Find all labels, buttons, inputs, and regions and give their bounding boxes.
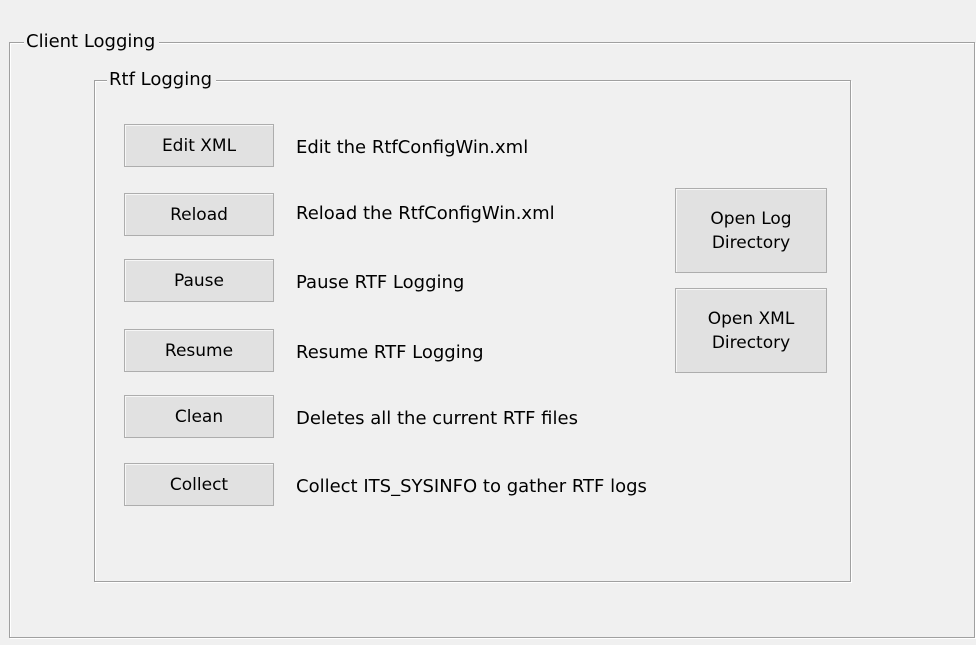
- pause-description: Pause RTF Logging: [296, 272, 465, 293]
- reload-button[interactable]: Reload: [124, 193, 274, 236]
- client-logging-title: Client Logging: [24, 31, 160, 53]
- reload-description: Reload the RtfConfigWin.xml: [296, 203, 555, 224]
- resume-description: Resume RTF Logging: [296, 342, 484, 363]
- rtf-logging-title: Rtf Logging: [107, 69, 217, 91]
- pause-button[interactable]: Pause: [124, 259, 274, 302]
- edit-xml-button[interactable]: Edit XML: [124, 124, 274, 167]
- clean-button[interactable]: Clean: [124, 395, 274, 438]
- edit-xml-description: Edit the RtfConfigWin.xml: [296, 137, 529, 158]
- open-xml-directory-button[interactable]: Open XML Directory: [675, 288, 827, 373]
- open-log-directory-button[interactable]: Open Log Directory: [675, 188, 827, 273]
- collect-button[interactable]: Collect: [124, 463, 274, 506]
- resume-button[interactable]: Resume: [124, 329, 274, 372]
- collect-description: Collect ITS_SYSINFO to gather RTF logs: [296, 476, 647, 497]
- clean-description: Deletes all the current RTF files: [296, 408, 578, 429]
